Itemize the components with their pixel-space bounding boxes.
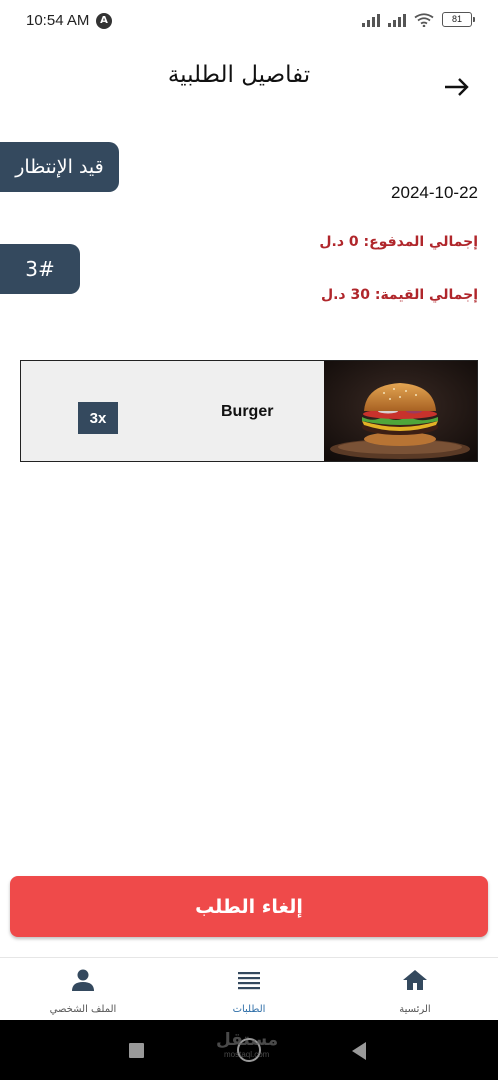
bottom-nav: الرئسية الطلبات الملف الشخصي [0, 957, 498, 1020]
order-item-card: 3x Burger [20, 360, 478, 462]
order-date: 2024-10-22 [391, 183, 478, 202]
item-name: Burger [221, 403, 274, 420]
burger-photo [324, 361, 477, 461]
total-value: إجمالي القيمة: 30 د.ل [320, 287, 478, 303]
home-icon [332, 968, 498, 992]
status-time: 10:54 AM [26, 12, 90, 29]
signal-icon [388, 13, 406, 27]
arrow-right-icon [445, 78, 469, 96]
system-back-button[interactable] [352, 1042, 366, 1060]
item-quantity: 3x [78, 402, 118, 434]
person-icon [0, 968, 166, 992]
order-number-badge: 3# [0, 244, 80, 294]
system-nav-bar: مستقل mostaql.com [0, 1020, 498, 1080]
status-indicators: 81 [362, 12, 475, 27]
wifi-icon [414, 12, 434, 27]
nav-item-orders[interactable]: الطلبات [166, 958, 332, 1021]
nav-item-home[interactable]: الرئسية [332, 958, 498, 1021]
back-button[interactable] [440, 72, 474, 102]
cancel-order-button[interactable]: إلغاء الطلب [10, 876, 488, 937]
battery-icon: 81 [442, 12, 475, 27]
signal-icon [362, 13, 380, 27]
page-title: تفاصيل الطلبية [167, 62, 311, 88]
list-icon [166, 968, 332, 992]
nav-label-orders: الطلبات [232, 1004, 266, 1015]
total-paid: إجمالي المدفوع: 0 د.ل [319, 234, 478, 250]
watermark-logo: مستقل [216, 1030, 279, 1050]
watermark-url: mostaql.com [224, 1050, 270, 1059]
recent-apps-button[interactable] [129, 1043, 144, 1058]
notification-icon: A [96, 13, 112, 29]
status-bar: 10:54 AM A 81 [0, 0, 498, 44]
nav-label-profile: الملف الشخصي [49, 1004, 117, 1015]
nav-item-profile[interactable]: الملف الشخصي [0, 958, 166, 1021]
order-status-badge: قيد الإنتظار [0, 142, 119, 192]
nav-label-home: الرئسية [399, 1004, 431, 1015]
